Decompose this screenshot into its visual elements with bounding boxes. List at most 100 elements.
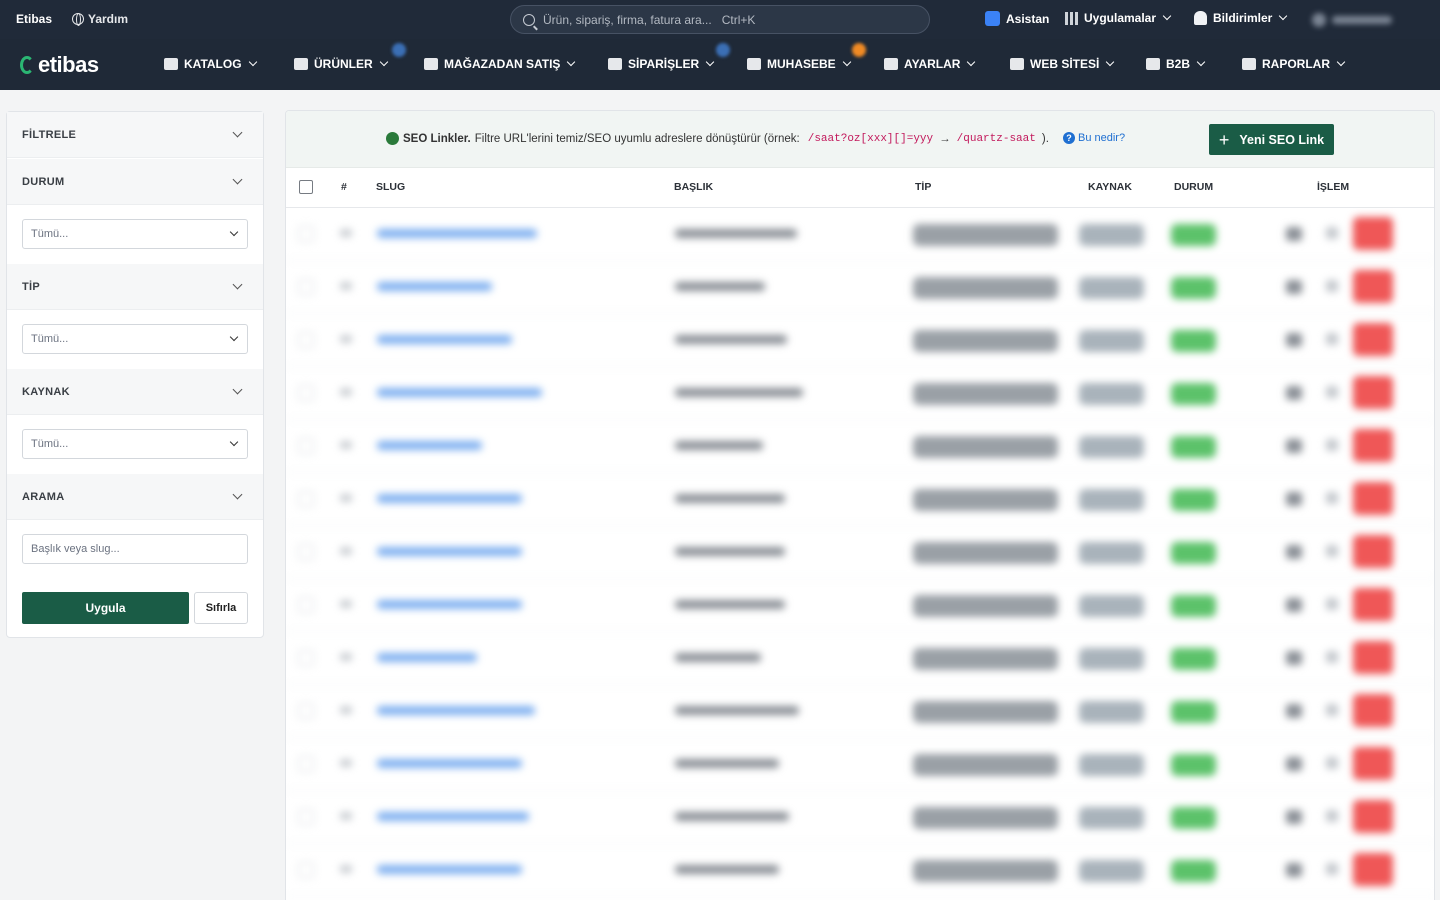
row-checkbox[interactable] xyxy=(298,385,314,401)
table-row[interactable] xyxy=(286,844,1434,897)
slug-link-redacted[interactable] xyxy=(377,600,522,609)
delete-button[interactable] xyxy=(1353,641,1393,674)
col-title[interactable]: BAŞLIK xyxy=(674,181,713,193)
table-row[interactable] xyxy=(286,420,1434,473)
type-select[interactable]: Tümü... xyxy=(22,324,248,354)
apply-button[interactable]: Uygula xyxy=(22,592,189,624)
slug-link-redacted[interactable] xyxy=(377,229,537,238)
table-row[interactable] xyxy=(286,632,1434,685)
row-checkbox[interactable] xyxy=(298,279,314,295)
delete-button[interactable] xyxy=(1353,853,1393,886)
copy-icon[interactable] xyxy=(1326,492,1338,504)
copy-icon[interactable] xyxy=(1326,651,1338,663)
copy-icon[interactable] xyxy=(1326,757,1338,769)
edit-icon[interactable] xyxy=(1286,598,1302,612)
delete-button[interactable] xyxy=(1353,800,1393,833)
row-checkbox[interactable] xyxy=(298,650,314,666)
copy-icon[interactable] xyxy=(1326,863,1338,875)
edit-icon[interactable] xyxy=(1286,651,1302,665)
nav-b2b[interactable]: B2B xyxy=(1146,57,1206,71)
new-seo-link-button[interactable]: + Yeni SEO Link xyxy=(1209,124,1334,155)
row-checkbox[interactable] xyxy=(298,597,314,613)
edit-icon[interactable] xyxy=(1286,757,1302,771)
search-section-header[interactable]: ARAMA xyxy=(7,474,263,520)
status-section-header[interactable]: DURUM xyxy=(7,159,263,205)
table-row[interactable] xyxy=(286,526,1434,579)
slug-link-redacted[interactable] xyxy=(377,865,522,874)
edit-icon[interactable] xyxy=(1286,492,1302,506)
delete-button[interactable] xyxy=(1353,482,1393,515)
slug-link-redacted[interactable] xyxy=(377,653,477,662)
filter-section-header[interactable]: FİLTRELE xyxy=(7,112,263,158)
source-section-header[interactable]: KAYNAK xyxy=(7,369,263,415)
row-checkbox[interactable] xyxy=(298,544,314,560)
nav-ayarlar[interactable]: AYARLAR xyxy=(884,57,976,71)
edit-icon[interactable] xyxy=(1286,863,1302,877)
slug-link-redacted[interactable] xyxy=(377,706,535,715)
global-search[interactable] xyxy=(510,5,930,34)
apps-menu[interactable]: Uygulamalar xyxy=(1065,11,1172,25)
nav-muhasebe[interactable]: MUHASEBE xyxy=(747,57,851,71)
table-row[interactable] xyxy=(286,314,1434,367)
edit-icon[interactable] xyxy=(1286,227,1302,241)
row-checkbox[interactable] xyxy=(298,491,314,507)
edit-icon[interactable] xyxy=(1286,386,1302,400)
slug-link-redacted[interactable] xyxy=(377,759,522,768)
slug-link-redacted[interactable] xyxy=(377,494,522,503)
table-row[interactable] xyxy=(286,791,1434,844)
delete-button[interactable] xyxy=(1353,270,1393,303)
slug-link-redacted[interactable] xyxy=(377,547,522,556)
row-checkbox[interactable] xyxy=(298,703,314,719)
copy-icon[interactable] xyxy=(1326,280,1338,292)
source-select[interactable]: Tümü... xyxy=(22,429,248,459)
table-row[interactable] xyxy=(286,208,1434,261)
delete-button[interactable] xyxy=(1353,217,1393,250)
nav-raporlar[interactable]: RAPORLAR xyxy=(1242,57,1346,71)
delete-button[interactable] xyxy=(1353,323,1393,356)
nav-urunler[interactable]: ÜRÜNLER xyxy=(294,57,388,71)
title-slug-search-input[interactable] xyxy=(22,534,248,564)
status-select[interactable]: Tümü... xyxy=(22,219,248,249)
edit-icon[interactable] xyxy=(1286,704,1302,718)
edit-icon[interactable] xyxy=(1286,810,1302,824)
help-what-is-this-link[interactable]: ? Bu nedir? xyxy=(1063,132,1125,144)
edit-icon[interactable] xyxy=(1286,439,1302,453)
nav-web-sitesi[interactable]: WEB SİTESİ xyxy=(1010,57,1115,71)
copy-icon[interactable] xyxy=(1326,810,1338,822)
assistant-button[interactable]: Asistan xyxy=(985,11,1049,26)
nav-siparisler[interactable]: SİPARİŞLER xyxy=(608,57,715,71)
copy-icon[interactable] xyxy=(1326,227,1338,239)
slug-link-redacted[interactable] xyxy=(377,282,492,291)
delete-button[interactable] xyxy=(1353,588,1393,621)
slug-link-redacted[interactable] xyxy=(377,812,529,821)
slug-link-redacted[interactable] xyxy=(377,441,482,450)
edit-icon[interactable] xyxy=(1286,333,1302,347)
copy-icon[interactable] xyxy=(1326,704,1338,716)
col-num[interactable]: # xyxy=(341,181,347,193)
table-row[interactable] xyxy=(286,367,1434,420)
row-checkbox[interactable] xyxy=(298,862,314,878)
col-type[interactable]: TİP xyxy=(915,181,931,193)
edit-icon[interactable] xyxy=(1286,280,1302,294)
reset-button[interactable]: Sıfırla xyxy=(194,592,248,624)
logo[interactable]: etibas xyxy=(20,52,99,78)
table-row[interactable] xyxy=(286,261,1434,314)
delete-button[interactable] xyxy=(1353,429,1393,462)
notifications-menu[interactable]: Bildirimler xyxy=(1194,11,1288,25)
select-all-checkbox[interactable] xyxy=(299,180,313,194)
col-slug[interactable]: SLUG xyxy=(376,181,405,193)
help-link[interactable]: Yardım xyxy=(72,12,128,26)
brand-name[interactable]: Etibas xyxy=(16,12,52,26)
delete-button[interactable] xyxy=(1353,376,1393,409)
copy-icon[interactable] xyxy=(1326,333,1338,345)
row-checkbox[interactable] xyxy=(298,756,314,772)
copy-icon[interactable] xyxy=(1326,598,1338,610)
col-status[interactable]: DURUM xyxy=(1174,181,1213,193)
global-search-input[interactable] xyxy=(543,12,903,27)
copy-icon[interactable] xyxy=(1326,545,1338,557)
copy-icon[interactable] xyxy=(1326,386,1338,398)
table-row[interactable] xyxy=(286,685,1434,738)
row-checkbox[interactable] xyxy=(298,226,314,242)
row-checkbox[interactable] xyxy=(298,438,314,454)
delete-button[interactable] xyxy=(1353,694,1393,727)
